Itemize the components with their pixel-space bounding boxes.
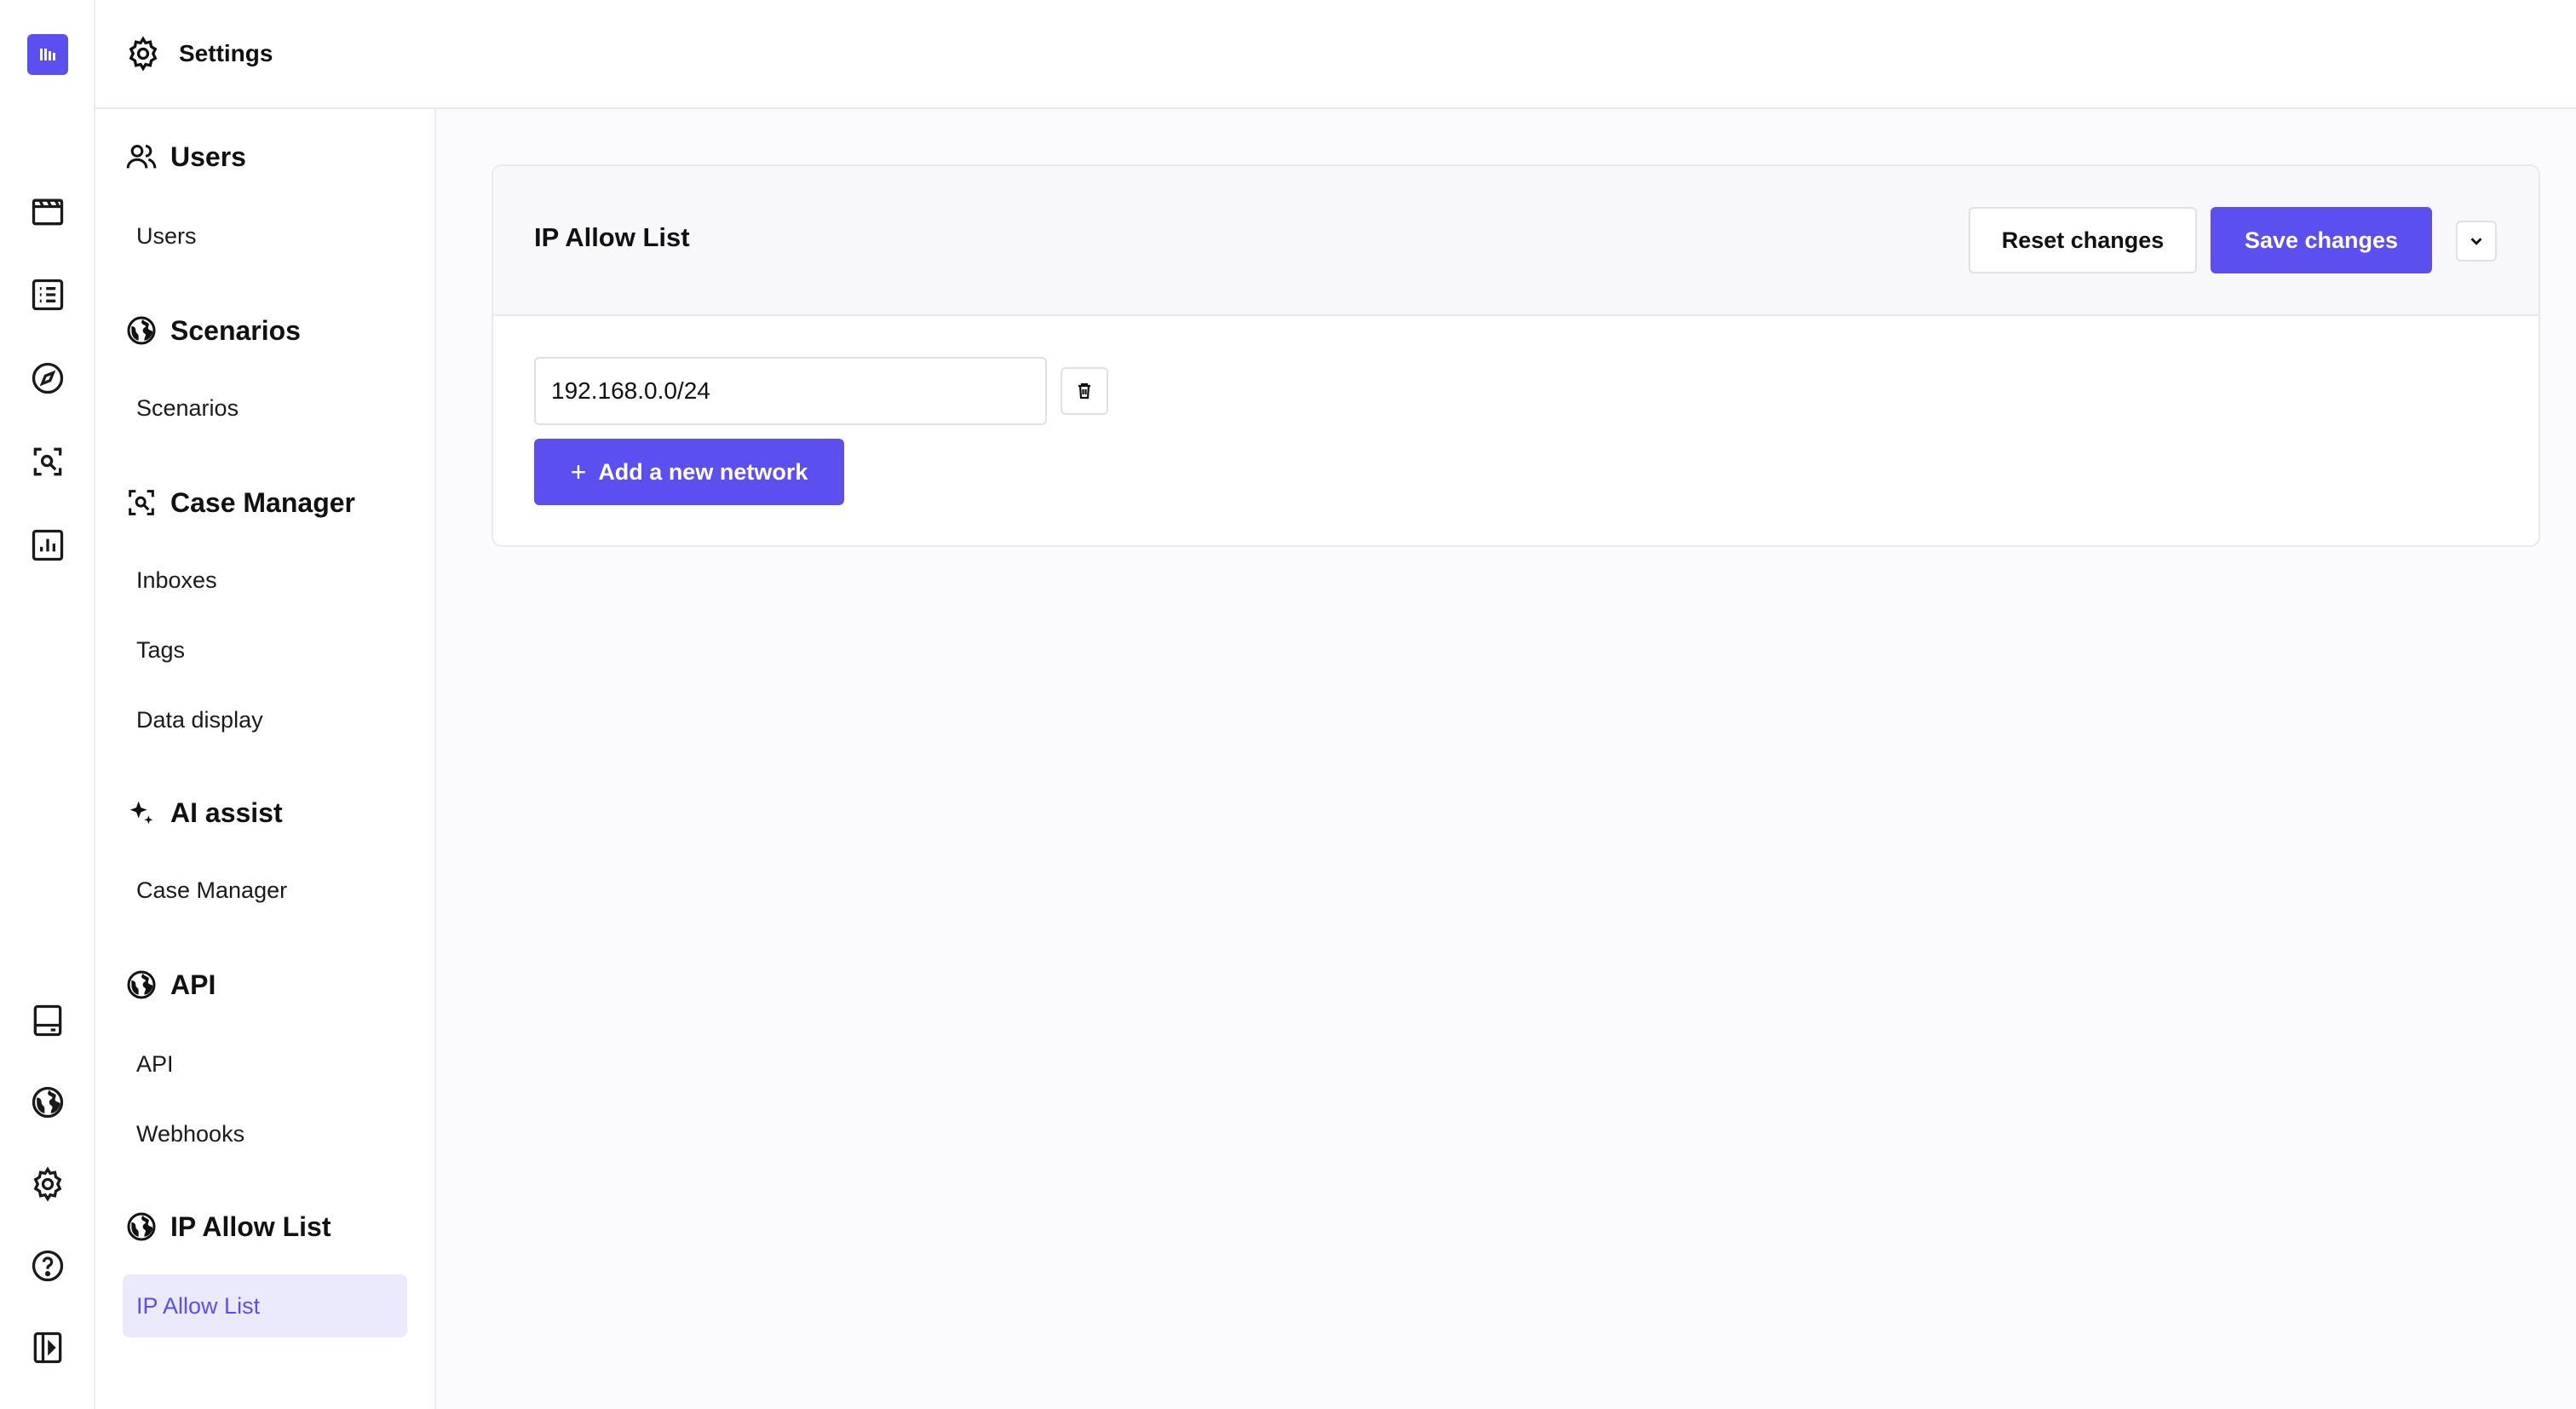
app-logo[interactable] — [27, 34, 68, 75]
section-title: Case Manager — [170, 486, 355, 518]
rail-help-button[interactable] — [24, 1242, 72, 1290]
globe-icon — [127, 970, 156, 999]
rail-expand-button[interactable] — [24, 1324, 72, 1372]
sidebar-toggle-icon — [33, 1331, 62, 1364]
icon-rail — [0, 0, 95, 1409]
network-input[interactable] — [534, 357, 1047, 425]
rail-case-manager-button[interactable] — [24, 438, 72, 486]
rail-explore-button[interactable] — [24, 354, 72, 402]
section-users: Users — [124, 140, 246, 174]
users-icon — [126, 145, 157, 169]
sparkle-icon — [129, 801, 153, 825]
sidebar-item-tags[interactable]: Tags — [123, 618, 407, 681]
sidebar-item-api[interactable]: API — [123, 1032, 407, 1096]
sidebar-item-inboxes[interactable]: Inboxes — [123, 549, 407, 612]
rail-settings-button[interactable] — [24, 1160, 72, 1208]
list-icon — [32, 279, 64, 311]
help-icon — [32, 1250, 64, 1282]
panel-icon — [33, 1004, 62, 1037]
rail-api-button[interactable] — [24, 1078, 72, 1126]
gear-icon — [129, 36, 158, 72]
sidebar-item-users[interactable]: Users — [123, 204, 407, 267]
sidebar-item-data-display[interactable]: Data display — [123, 688, 407, 751]
clapperboard-icon — [32, 198, 64, 226]
compass-icon — [32, 362, 64, 394]
save-changes-button[interactable]: Save changes — [2211, 207, 2432, 273]
scan-icon — [33, 447, 62, 476]
rail-panel-button[interactable] — [24, 997, 72, 1044]
sidebar-item-ai-case-manager[interactable]: Case Manager — [123, 859, 407, 922]
logo-icon — [40, 49, 55, 60]
settings-sidebar: Users Users Scenarios Scenarios Case Man… — [95, 109, 436, 1409]
globe-icon — [127, 1212, 156, 1241]
section-title: AI assist — [170, 797, 283, 828]
globe-icon — [32, 1086, 64, 1119]
ip-allow-list-panel: IP Allow List Reset changes Save changes… — [492, 164, 2540, 547]
panel-header: IP Allow List Reset changes Save changes — [493, 166, 2539, 316]
top-bar: Settings — [95, 0, 2576, 109]
rail-lists-button[interactable] — [24, 271, 72, 319]
panel-title: IP Allow List — [534, 222, 690, 252]
trash-icon — [1078, 382, 1090, 400]
page-title: Settings — [179, 40, 273, 66]
section-title: Users — [170, 141, 246, 172]
section-scenarios: Scenarios — [124, 313, 301, 348]
gear-icon — [33, 1166, 62, 1202]
globe-icon — [127, 316, 156, 345]
sidebar-item-webhooks[interactable]: Webhooks — [123, 1102, 407, 1165]
section-case-manager: Case Manager — [124, 486, 355, 520]
sidebar-item-scenarios[interactable]: Scenarios — [123, 377, 407, 440]
reset-changes-button[interactable]: Reset changes — [1969, 207, 2197, 273]
more-options-button[interactable] — [2456, 221, 2497, 262]
section-title: IP Allow List — [170, 1211, 331, 1242]
chevron-down-icon — [2470, 238, 2482, 245]
rail-scenarios-button[interactable] — [24, 187, 72, 235]
plus-icon: + — [570, 456, 587, 487]
scan-icon — [129, 490, 154, 515]
section-title: API — [170, 969, 216, 1000]
add-network-label: Add a new network — [598, 458, 808, 485]
section-ai-assist: AI assist — [124, 796, 283, 830]
section-ip-allow-list: IP Allow List — [124, 1210, 331, 1244]
chart-icon — [32, 529, 64, 561]
section-title: Scenarios — [170, 314, 301, 346]
rail-analytics-button[interactable] — [24, 521, 72, 569]
sidebar-item-ip-allow-list[interactable]: IP Allow List — [123, 1274, 407, 1337]
delete-network-button[interactable] — [1061, 367, 1108, 415]
section-api: API — [124, 968, 216, 1002]
add-network-button[interactable]: + Add a new network — [534, 439, 844, 505]
